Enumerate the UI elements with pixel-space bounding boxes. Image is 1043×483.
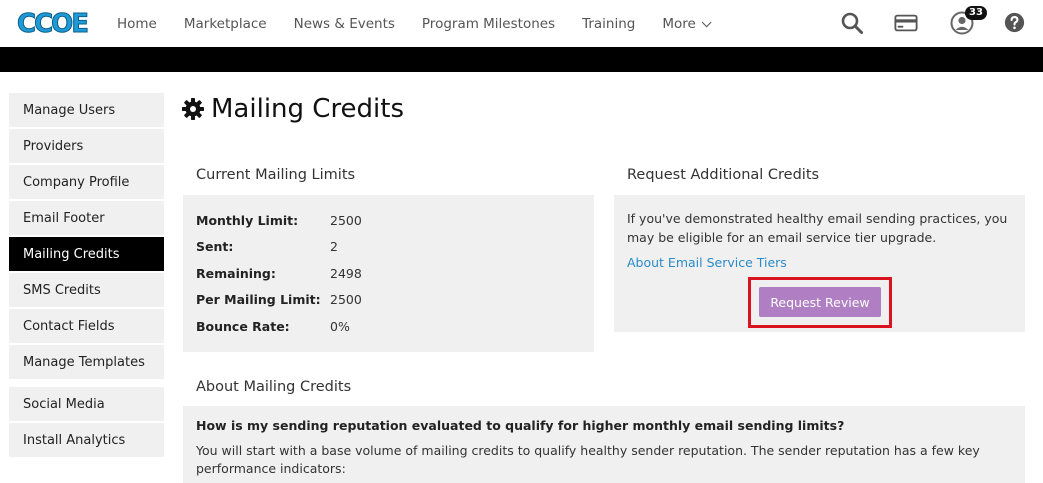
header-black-bar: [0, 47, 1043, 72]
sidebar-item-company-profile[interactable]: Company Profile: [9, 165, 164, 201]
limit-row: Sent: 2: [196, 234, 581, 261]
request-panel: If you've demonstrated healthy email sen…: [614, 195, 1025, 332]
gear-icon: [182, 98, 204, 120]
top-navbar: CCOE Home Marketplace News & Events Prog…: [0, 0, 1043, 47]
limit-value: 2500: [330, 212, 362, 228]
page-title: Mailing Credits: [181, 92, 404, 126]
nav-program-milestones[interactable]: Program Milestones: [422, 16, 555, 32]
limits-panel: Monthly Limit: 2500 Sent: 2 Remaining: 2…: [183, 195, 594, 352]
email-service-tiers-link[interactable]: About Email Service Tiers: [627, 255, 1012, 270]
limits-heading: Current Mailing Limits: [196, 167, 356, 183]
limit-value: 2500: [330, 292, 362, 308]
page-title-text: Mailing Credits: [211, 94, 405, 124]
limit-label: Remaining:: [196, 265, 276, 281]
sidebar-item-providers[interactable]: Providers: [9, 129, 164, 165]
sidebar-item-manage-users[interactable]: Manage Users: [9, 93, 164, 129]
nav-more-label: More: [662, 15, 696, 32]
limit-row: Monthly Limit: 2500: [196, 207, 581, 234]
notification-badge: 33: [965, 6, 987, 20]
credit-card-icon[interactable]: [894, 11, 918, 35]
nav-home[interactable]: Home: [117, 16, 157, 32]
limit-label: Sent:: [196, 239, 234, 255]
nav-more[interactable]: More: [662, 15, 712, 32]
nav-marketplace[interactable]: Marketplace: [184, 16, 267, 32]
logo-text: CCOE: [16, 9, 89, 40]
nav-news-events[interactable]: News & Events: [294, 16, 395, 32]
sidebar-item-install-analytics[interactable]: Install Analytics: [9, 423, 164, 459]
limit-value: 2498: [330, 265, 362, 281]
limit-label: Monthly Limit:: [196, 212, 299, 228]
about-answer: You will start with a base volume of mai…: [196, 443, 980, 476]
request-text: If you've demonstrated healthy email sen…: [627, 211, 1008, 245]
limit-row: Remaining: 2498: [196, 260, 581, 287]
limit-value: 0%: [330, 318, 350, 334]
limit-label: Per Mailing Limit:: [196, 292, 321, 308]
main-nav: Home Marketplace News & Events Program M…: [117, 0, 735, 47]
sidebar-item-social-media[interactable]: Social Media: [9, 387, 164, 423]
limit-row: Per Mailing Limit: 2500: [196, 287, 581, 314]
sidebar-item-manage-templates[interactable]: Manage Templates: [9, 345, 164, 381]
limit-row: Bounce Rate: 0%: [196, 313, 581, 340]
chevron-down-icon: [701, 16, 712, 27]
about-heading: About Mailing Credits: [196, 379, 352, 395]
brand-logo[interactable]: CCOE: [16, 6, 89, 42]
sidebar-item-contact-fields[interactable]: Contact Fields: [9, 309, 164, 345]
sidebar-item-mailing-credits[interactable]: Mailing Credits: [9, 237, 164, 273]
sidebar-item-email-footer[interactable]: Email Footer: [9, 201, 164, 237]
request-review-highlight: Request Review: [748, 277, 892, 328]
limit-label: Bounce Rate:: [196, 318, 290, 334]
nav-training[interactable]: Training: [582, 16, 635, 32]
request-heading: Request Additional Credits: [627, 167, 820, 183]
request-review-button[interactable]: Request Review: [759, 287, 881, 317]
about-question: How is my sending reputation evaluated t…: [196, 418, 845, 433]
limit-value: 2: [330, 239, 338, 255]
help-icon[interactable]: [1004, 12, 1025, 33]
search-icon[interactable]: [840, 11, 864, 35]
about-panel: How is my sending reputation evaluated t…: [183, 406, 1025, 483]
settings-sidebar: Manage Users Providers Company Profile E…: [9, 93, 164, 459]
sidebar-item-sms-credits[interactable]: SMS Credits: [9, 273, 164, 309]
